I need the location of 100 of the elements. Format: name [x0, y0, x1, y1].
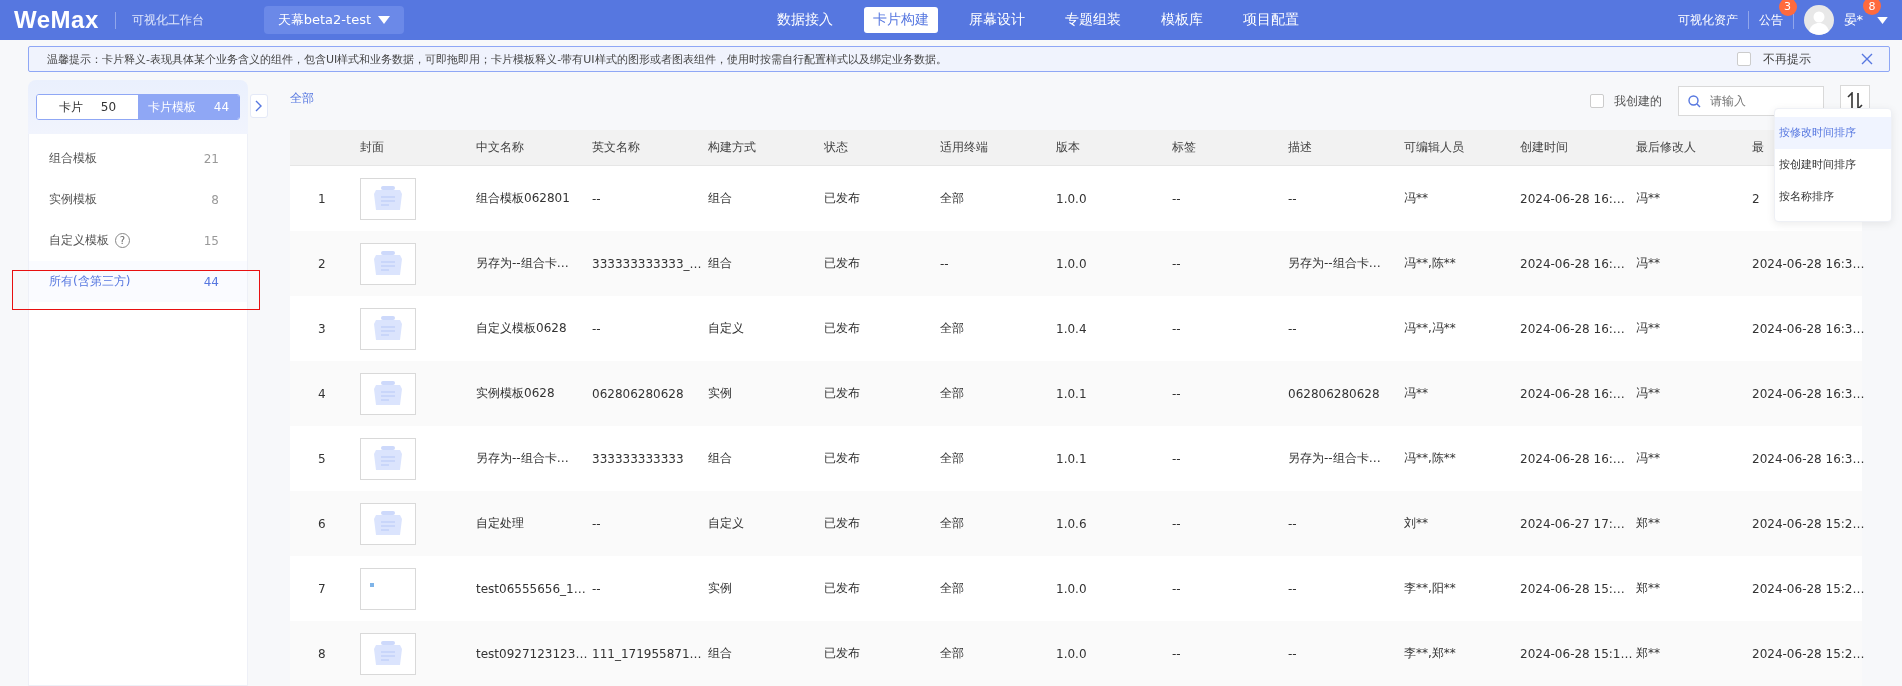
- table-cell: 2024-06-28 16:3…: [1752, 451, 1865, 466]
- column-header: 描述: [1288, 140, 1312, 154]
- table-cell: --: [1172, 386, 1181, 401]
- cover-thumbnail: [360, 177, 416, 220]
- caret-icon: [377, 16, 390, 24]
- table-cell: --: [1172, 516, 1181, 531]
- nav-tab[interactable]: 专题组装: [1056, 7, 1130, 33]
- column-header: 版本: [1056, 140, 1080, 154]
- chevron-right-icon: [255, 100, 263, 112]
- nav-tab[interactable]: 卡片构建: [864, 7, 938, 33]
- table-cell: 自定处理: [476, 516, 524, 530]
- user-name[interactable]: 晏*: [1843, 12, 1863, 27]
- table-cell: 1.0.1: [1056, 451, 1087, 466]
- menu-item[interactable]: 按名称排序: [1775, 181, 1891, 213]
- column-header: 创建时间: [1520, 140, 1568, 154]
- sidebar-item[interactable]: 实例模板 8: [29, 179, 247, 220]
- table-cell: 已发布: [824, 321, 860, 335]
- column-header: 构建方式: [708, 140, 756, 154]
- table-cell: test0927123123…: [476, 646, 588, 661]
- table-cell: 李**,郑**: [1404, 646, 1456, 660]
- table-cell: --: [1288, 321, 1297, 336]
- table-cell: 实例模板0628: [476, 386, 555, 400]
- item-label: 自定义模板: [49, 232, 109, 249]
- count-badge: 3: [1778, 0, 1797, 16]
- row-number: 7: [318, 581, 326, 596]
- table-cell: 冯**: [1636, 386, 1660, 400]
- table-cell: 已发布: [824, 256, 860, 270]
- table-cell: 组合: [708, 646, 732, 660]
- table-cell: 郑**: [1636, 516, 1660, 530]
- nav-tab[interactable]: 项目配置: [1234, 7, 1308, 33]
- table-cell: 1.0.0: [1056, 646, 1087, 661]
- table-cell: 另存为--组合卡…: [476, 256, 569, 270]
- row-number: 3: [318, 321, 326, 336]
- table-cell: 自定义: [708, 321, 744, 335]
- checkbox-label[interactable]: 不再提示: [1763, 50, 1811, 68]
- cover-thumbnail: [360, 567, 416, 610]
- item-count: 44: [203, 274, 219, 289]
- table-cell: 实例: [708, 386, 732, 400]
- project-select[interactable]: 天幕beta2-test: [263, 6, 404, 34]
- sort-icon: [1847, 92, 1863, 110]
- tip-text: 温馨提示：卡片释义-表现具体某个业务含义的组件，包含UI样式和业务数据，可即拖即用；卡片模板释义-带有UI样式的图形或者图表组件，使用时按需自行配置样式以及绑定业务数据。: [47, 51, 947, 67]
- menu-item[interactable]: 按创建时间排序: [1775, 149, 1891, 181]
- table-cell: --: [592, 516, 601, 531]
- table-cell: 2024-06-28 16:…: [1520, 386, 1625, 401]
- table-cell: 2024-06-28 16:3…: [1752, 386, 1865, 401]
- menu-item[interactable]: 按修改时间排序: [1775, 117, 1891, 149]
- table-cell: 1.0.0: [1056, 256, 1087, 271]
- table-cell: 冯**: [1404, 191, 1428, 205]
- column-header: 状态: [824, 140, 848, 154]
- table-cell: 自定义模板0628: [476, 321, 567, 335]
- table-cell: 2024-06-28 16:3…: [1752, 256, 1865, 271]
- checkbox[interactable]: [1737, 52, 1751, 66]
- table-cell: 已发布: [824, 451, 860, 465]
- expand-button[interactable]: [250, 94, 268, 118]
- item-label: 所有(含第三方): [49, 273, 131, 290]
- column-header: 中文名称: [476, 140, 524, 154]
- row-number: 4: [318, 386, 326, 401]
- sidebar-item[interactable]: 自定义模板 ? 15: [29, 220, 247, 261]
- checkbox[interactable]: [1590, 94, 1604, 108]
- nav-tab[interactable]: 模板库: [1152, 7, 1212, 33]
- table-cell: 全部: [940, 386, 964, 400]
- table-cell: 自定义: [708, 516, 744, 530]
- search-field[interactable]: 请输入: [1678, 86, 1824, 116]
- cover-thumbnail: [360, 632, 416, 675]
- column-header: 适用终端: [940, 140, 988, 154]
- sidebar-item[interactable]: 组合模板 21: [29, 138, 247, 179]
- row-number: 5: [318, 451, 326, 466]
- table-cell: --: [1172, 321, 1181, 336]
- avatar-icon[interactable]: [1803, 5, 1834, 35]
- checkbox-label[interactable]: 我创建的: [1614, 92, 1662, 110]
- sidebar-item[interactable]: 所有(含第三方) 44: [29, 261, 247, 302]
- table-cell: 全部: [940, 191, 964, 205]
- caret-icon[interactable]: [1877, 16, 1888, 24]
- table-cell: 2024-06-28 16:…: [1520, 321, 1625, 336]
- table-cell: --: [592, 321, 601, 336]
- table-cell: 已发布: [824, 191, 860, 205]
- table-cell: 2024-06-28 16:…: [1520, 451, 1625, 466]
- table-cell: 全部: [940, 581, 964, 595]
- assets-link[interactable]: 可视化资产: [1677, 11, 1738, 29]
- table-cell: 1.0.4: [1056, 321, 1087, 336]
- column-header: 可编辑人员: [1404, 140, 1464, 154]
- table-cell: 2: [1752, 191, 1760, 206]
- table-cell: --: [1288, 516, 1297, 531]
- close-icon[interactable]: [1861, 53, 1873, 65]
- table-cell: 冯**,陈**: [1404, 256, 1456, 270]
- item-label: 实例模板: [49, 191, 97, 208]
- segment-tab[interactable]: 卡片模板 44: [138, 95, 239, 119]
- nav-tab[interactable]: 数据接入: [768, 7, 842, 33]
- table-cell: 另存为--组合卡…: [1288, 256, 1381, 270]
- table-cell: 郑**: [1636, 646, 1660, 660]
- breadcrumb-link[interactable]: 全部: [290, 90, 314, 107]
- cover-thumbnail: [360, 372, 416, 415]
- table-cell: --: [1172, 646, 1181, 661]
- logo[interactable]: WeMax: [14, 6, 99, 34]
- nav-tab[interactable]: 屏幕设计: [960, 7, 1034, 33]
- table-cell: 333333333333_…: [592, 256, 702, 271]
- table-cell: 全部: [940, 516, 964, 530]
- table-cell: --: [1172, 191, 1181, 206]
- table-cell: 李**,阳**: [1404, 581, 1456, 595]
- table-cell: 1.0.6: [1056, 516, 1087, 531]
